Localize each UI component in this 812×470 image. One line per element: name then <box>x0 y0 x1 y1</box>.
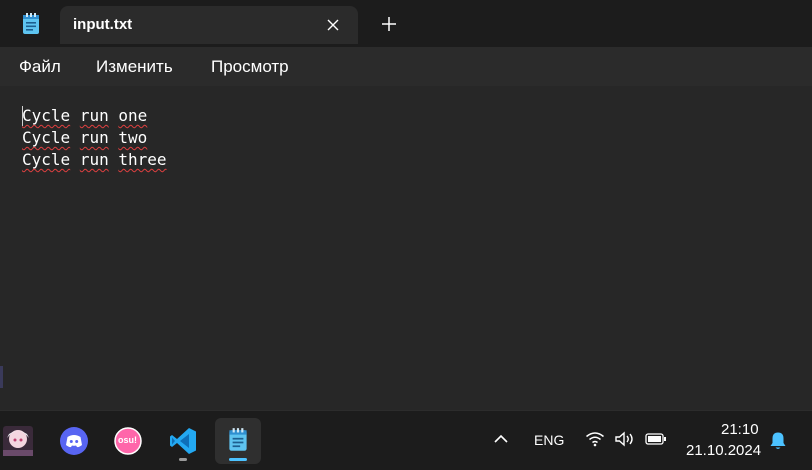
volume-icon[interactable] <box>614 431 636 447</box>
edge-marker <box>0 366 3 388</box>
language-indicator[interactable]: ENG <box>534 432 564 448</box>
text-line-3: Cycle run three <box>22 149 167 171</box>
active-indicator <box>229 458 247 461</box>
word: one <box>118 106 148 125</box>
word: Cycle <box>22 106 71 125</box>
discord-icon <box>60 427 88 455</box>
chevron-up-icon[interactable] <box>493 433 509 445</box>
notepad-icon <box>23 13 39 34</box>
menu-file[interactable]: Файл <box>19 57 61 77</box>
word: Cycle <box>22 150 71 169</box>
menu-bar: Файл Изменить Просмотр <box>0 47 812 86</box>
title-bar: input.txt <box>0 0 812 47</box>
clock-time[interactable]: 21:10 <box>721 421 759 438</box>
text-line-1: Cycle run one <box>22 105 147 127</box>
taskbar-app-avatar[interactable] <box>0 418 41 464</box>
notepad-icon <box>229 428 247 451</box>
taskbar-app-notepad[interactable] <box>215 418 261 464</box>
word: run <box>79 128 109 147</box>
running-indicator <box>179 458 187 461</box>
osu-label: osu! <box>118 435 137 445</box>
word: Cycle <box>22 128 71 147</box>
menu-edit[interactable]: Изменить <box>96 57 173 77</box>
taskbar: osu! ENG 21:10 21.10.2024 <box>0 410 812 470</box>
battery-icon[interactable] <box>645 433 667 445</box>
bell-icon[interactable] <box>769 431 787 451</box>
tab-input-txt[interactable]: input.txt <box>60 6 358 44</box>
text-editor[interactable]: Cycle run one Cycle run two Cycle run th… <box>0 86 812 410</box>
vscode-icon <box>170 428 196 454</box>
menu-view[interactable]: Просмотр <box>211 57 289 77</box>
text-line-2: Cycle run two <box>22 127 147 149</box>
taskbar-app-discord[interactable] <box>51 418 97 464</box>
taskbar-app-vscode[interactable] <box>160 418 206 464</box>
word: two <box>118 128 148 147</box>
wifi-icon[interactable] <box>585 431 605 447</box>
close-icon[interactable] <box>322 14 344 36</box>
clock-date[interactable]: 21.10.2024 <box>686 442 761 459</box>
word: run <box>79 106 109 125</box>
taskbar-app-osu[interactable]: osu! <box>105 418 151 464</box>
tab-title: input.txt <box>73 16 133 33</box>
anime-avatar-app-icon <box>3 426 33 456</box>
plus-icon[interactable] <box>378 13 400 35</box>
word: run <box>79 150 109 169</box>
word: three <box>118 150 167 169</box>
